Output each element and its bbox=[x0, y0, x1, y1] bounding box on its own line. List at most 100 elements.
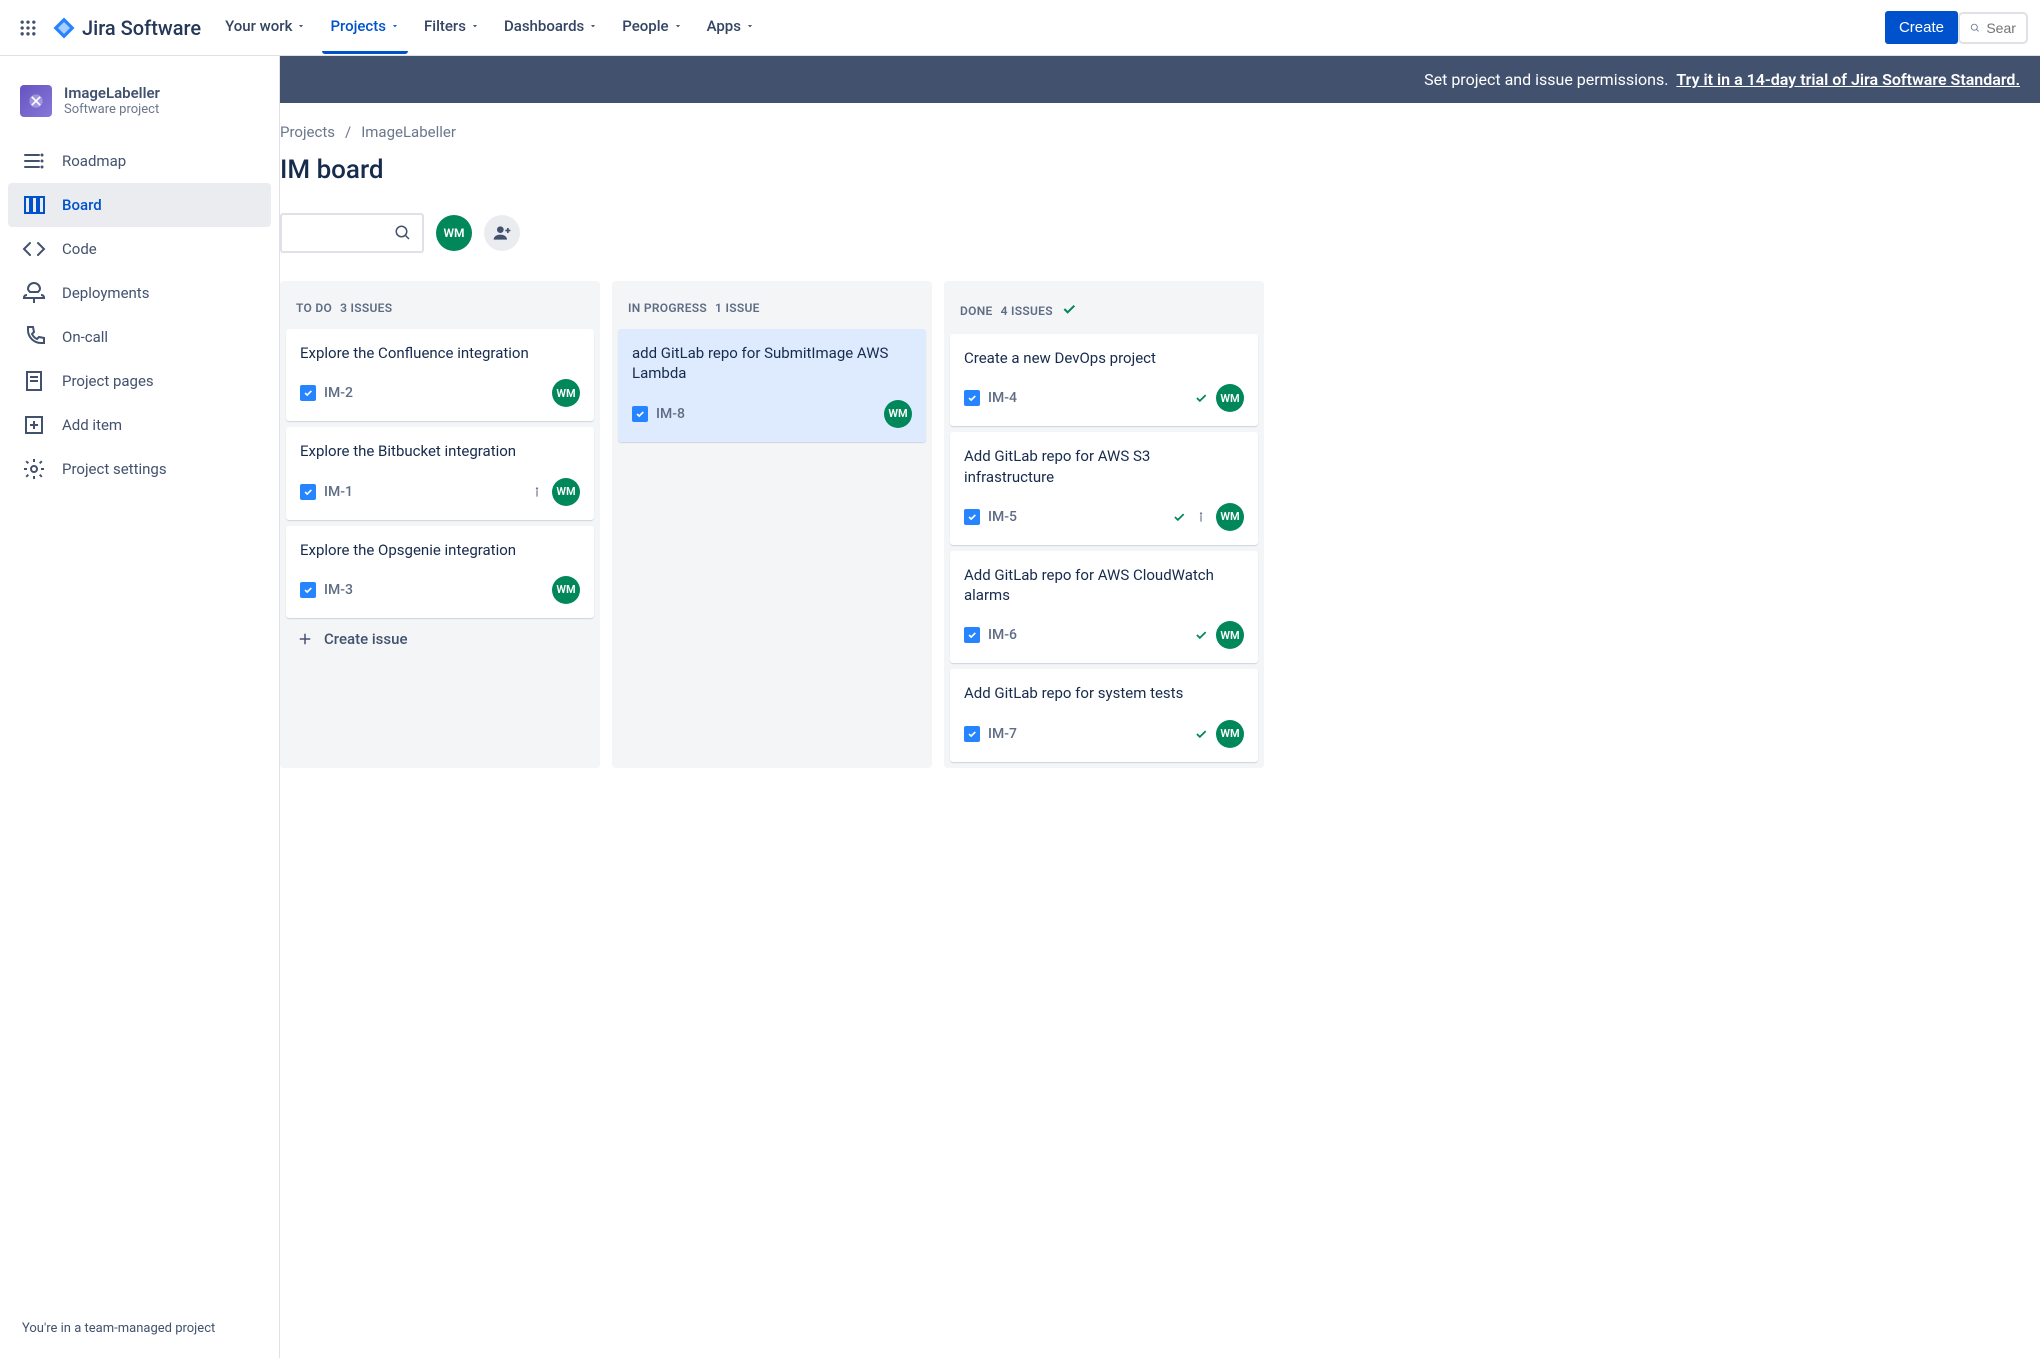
column-header: TO DO 3 ISSUES bbox=[286, 287, 594, 329]
issue-key[interactable]: IM-1 bbox=[324, 484, 353, 500]
project-avatar-icon bbox=[20, 85, 52, 117]
search-input[interactable] bbox=[1986, 20, 2016, 36]
issue-card[interactable]: Explore the Opsgenie integration IM-3 WM bbox=[286, 526, 594, 618]
project-name: ImageLabeller bbox=[64, 84, 160, 102]
create-issue-button[interactable]: Create issue bbox=[286, 618, 594, 660]
issue-key[interactable]: IM-4 bbox=[988, 390, 1017, 406]
sidebar-item-code[interactable]: Code bbox=[8, 227, 271, 271]
sidebar-item-project-pages[interactable]: Project pages bbox=[8, 359, 271, 403]
nav-item-your-work[interactable]: Your work bbox=[217, 2, 314, 54]
nav-label: Filters bbox=[424, 17, 466, 35]
assignee-avatar[interactable]: WM bbox=[884, 400, 912, 428]
search-icon bbox=[1970, 20, 1980, 36]
oncall-icon bbox=[22, 325, 46, 349]
done-check-icon bbox=[1194, 628, 1208, 642]
issue-card[interactable]: Add GitLab repo for system tests IM-7 WM bbox=[950, 669, 1258, 761]
chevron-down-icon bbox=[390, 21, 400, 31]
priority-icon bbox=[1194, 510, 1208, 524]
card-title: Explore the Opsgenie integration bbox=[300, 540, 580, 560]
assignee-avatar[interactable]: WM bbox=[552, 576, 580, 604]
assignee-avatar[interactable]: WM bbox=[1216, 384, 1244, 412]
project-subtitle: Software project bbox=[64, 102, 160, 117]
done-check-icon bbox=[1172, 510, 1186, 524]
assignee-filter-avatar[interactable]: WM bbox=[436, 215, 472, 251]
issue-key[interactable]: IM-3 bbox=[324, 582, 353, 598]
global-search[interactable] bbox=[1958, 12, 2028, 44]
breadcrumb-item[interactable]: ImageLabeller bbox=[361, 123, 456, 141]
assignee-avatar[interactable]: WM bbox=[552, 478, 580, 506]
nav-label: People bbox=[622, 17, 668, 35]
nav-item-people[interactable]: People bbox=[614, 2, 690, 54]
assignee-avatar[interactable]: WM bbox=[552, 379, 580, 407]
jira-logo-icon bbox=[52, 16, 76, 40]
done-check-icon bbox=[1194, 391, 1208, 405]
chevron-down-icon bbox=[588, 21, 598, 31]
issue-key[interactable]: IM-7 bbox=[988, 726, 1017, 742]
issue-type-icon bbox=[632, 406, 648, 422]
card-list: add GitLab repo for SubmitImage AWS Lamb… bbox=[618, 329, 926, 442]
card-title: Explore the Confluence integration bbox=[300, 343, 580, 363]
create-button[interactable]: Create bbox=[1885, 11, 1958, 44]
sidebar-item-label: Project settings bbox=[62, 460, 167, 478]
sidebar-item-add-item[interactable]: Add item bbox=[8, 403, 271, 447]
nav-label: Apps bbox=[707, 17, 741, 35]
issue-card[interactable]: Create a new DevOps project IM-4 WM bbox=[950, 334, 1258, 426]
nav-item-projects[interactable]: Projects bbox=[322, 2, 408, 54]
column-name: DONE bbox=[960, 304, 993, 318]
deploy-icon bbox=[22, 281, 46, 305]
issue-card[interactable]: Explore the Bitbucket integration IM-1 W… bbox=[286, 427, 594, 519]
add-people-button[interactable] bbox=[484, 215, 520, 251]
issue-key[interactable]: IM-5 bbox=[988, 509, 1017, 525]
sidebar-item-project-settings[interactable]: Project settings bbox=[8, 447, 271, 491]
card-title: Add GitLab repo for AWS S3 infrastructur… bbox=[964, 446, 1244, 487]
chevron-down-icon bbox=[470, 21, 480, 31]
sidebar-item-label: Add item bbox=[62, 416, 122, 434]
issue-card[interactable]: Add GitLab repo for AWS CloudWatch alarm… bbox=[950, 551, 1258, 664]
sidebar-item-on-call[interactable]: On-call bbox=[8, 315, 271, 359]
sidebar-item-label: Roadmap bbox=[62, 152, 126, 170]
nav-item-dashboards[interactable]: Dashboards bbox=[496, 2, 606, 54]
banner-link[interactable]: Try it in a 14-day trial of Jira Softwar… bbox=[1676, 70, 2020, 89]
breadcrumb-item[interactable]: Projects bbox=[280, 123, 335, 141]
board-search[interactable] bbox=[280, 213, 424, 253]
card-title: Create a new DevOps project bbox=[964, 348, 1244, 368]
card-title: Add GitLab repo for AWS CloudWatch alarm… bbox=[964, 565, 1244, 606]
main-content: Set project and issue permissions. Try i… bbox=[280, 56, 2040, 1358]
done-check-icon bbox=[1194, 727, 1208, 741]
column-header: DONE 4 ISSUES bbox=[950, 287, 1258, 334]
column-to-do: TO DO 3 ISSUES Explore the Confluence in… bbox=[280, 281, 600, 768]
issue-key[interactable]: IM-2 bbox=[324, 385, 353, 401]
issue-card[interactable]: Add GitLab repo for AWS S3 infrastructur… bbox=[950, 432, 1258, 545]
sidebar-item-roadmap[interactable]: Roadmap bbox=[8, 139, 271, 183]
card-title: Add GitLab repo for system tests bbox=[964, 683, 1244, 703]
board-icon bbox=[22, 193, 46, 217]
brand-logo[interactable]: Jira Software bbox=[52, 16, 201, 40]
assignee-avatar[interactable]: WM bbox=[1216, 503, 1244, 531]
column-header: IN PROGRESS 1 ISSUE bbox=[618, 287, 926, 329]
settings-icon bbox=[22, 457, 46, 481]
card-list: Create a new DevOps project IM-4 WM Add … bbox=[950, 334, 1258, 762]
sidebar-item-label: Deployments bbox=[62, 284, 149, 302]
search-icon bbox=[394, 224, 412, 242]
issue-key[interactable]: IM-6 bbox=[988, 627, 1017, 643]
nav-item-filters[interactable]: Filters bbox=[416, 2, 488, 54]
chevron-down-icon bbox=[673, 21, 683, 31]
issue-card[interactable]: Explore the Confluence integration IM-2 … bbox=[286, 329, 594, 421]
assignee-avatar[interactable]: WM bbox=[1216, 621, 1244, 649]
issue-card[interactable]: add GitLab repo for SubmitImage AWS Lamb… bbox=[618, 329, 926, 442]
issue-key[interactable]: IM-8 bbox=[656, 406, 685, 422]
column-name: IN PROGRESS bbox=[628, 301, 707, 315]
board-toolbar: WM bbox=[280, 213, 2028, 253]
sidebar-item-label: Board bbox=[62, 196, 102, 214]
app-switcher-icon[interactable] bbox=[12, 12, 44, 44]
nav-item-apps[interactable]: Apps bbox=[699, 2, 763, 54]
breadcrumb: Projects / ImageLabeller bbox=[280, 123, 2028, 141]
sidebar-item-board[interactable]: Board bbox=[8, 183, 271, 227]
sidebar-item-label: Project pages bbox=[62, 372, 154, 390]
banner-text: Set project and issue permissions. bbox=[1424, 70, 1668, 89]
add-user-icon bbox=[492, 223, 512, 243]
roadmap-icon bbox=[22, 149, 46, 173]
project-header[interactable]: ImageLabeller Software project bbox=[8, 84, 271, 135]
assignee-avatar[interactable]: WM bbox=[1216, 720, 1244, 748]
sidebar-item-deployments[interactable]: Deployments bbox=[8, 271, 271, 315]
